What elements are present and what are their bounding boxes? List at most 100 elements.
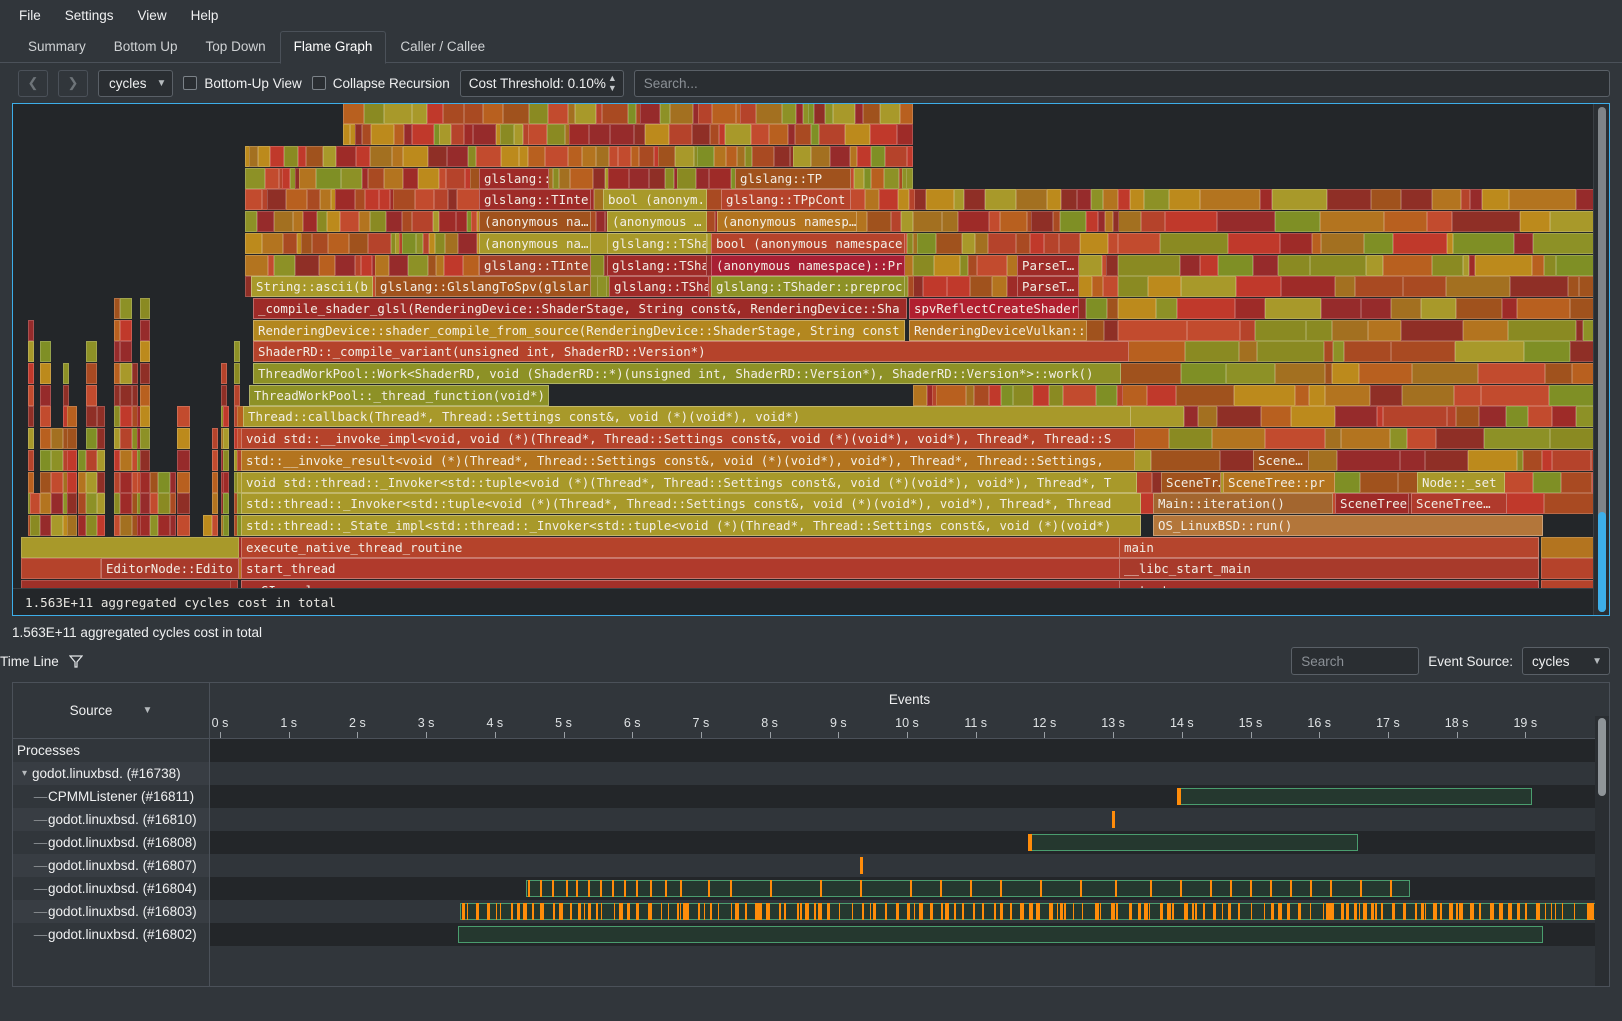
flame-frame-unlabeled[interactable] (86, 363, 97, 384)
flame-frame-unlabeled[interactable] (132, 363, 138, 384)
timeline-event-marker[interactable] (1060, 903, 1063, 920)
flame-frame-unlabeled[interactable] (323, 146, 336, 167)
flame-frame-unlabeled[interactable] (712, 104, 736, 124)
timeline-event-marker[interactable] (1392, 903, 1395, 920)
flame-frame-unlabeled[interactable] (1544, 493, 1593, 514)
flame-frame-unlabeled[interactable] (1523, 450, 1542, 471)
tab-summary[interactable]: Summary (14, 31, 100, 63)
flame-frame-unlabeled[interactable] (67, 472, 77, 493)
flame-frame-unlabeled[interactable] (596, 146, 609, 167)
flame-frame-unlabeled[interactable] (913, 276, 923, 297)
flame-frame-unlabeled[interactable] (282, 168, 290, 189)
flame-frame-unlabeled[interactable] (514, 124, 523, 145)
timeline-event-marker[interactable] (650, 880, 652, 897)
flame-frame-unlabeled[interactable] (40, 406, 51, 427)
flame-frame-unlabeled[interactable] (904, 255, 913, 276)
flame-frame-unlabeled[interactable] (40, 515, 51, 536)
flame-frame-unlabeled[interactable] (568, 146, 582, 167)
timeline-event-row[interactable] (210, 923, 1609, 946)
timeline-event-marker[interactable] (1459, 903, 1463, 920)
flame-frame-unlabeled[interactable] (257, 211, 274, 232)
flame-frame-unlabeled[interactable] (1391, 341, 1455, 362)
flame-frame-unlabeled[interactable] (306, 146, 323, 167)
flame-frame-unlabeled[interactable] (21, 580, 231, 588)
timeline-event-marker[interactable] (1000, 880, 1002, 897)
timeline-event-marker[interactable] (496, 903, 497, 920)
flame-frame-unlabeled[interactable] (67, 406, 77, 427)
timeline-event-marker[interactable] (735, 903, 739, 920)
flame-frame-unlabeled[interactable] (1096, 385, 1117, 406)
timeline-event-marker[interactable] (570, 903, 572, 920)
timeline-event-marker[interactable] (1100, 903, 1101, 920)
timeline-event-marker[interactable] (1470, 903, 1474, 920)
flame-frame[interactable]: std::__invoke_result<void (*)(Thread*, T… (241, 450, 1135, 471)
flame-frame[interactable]: glslang::TShader::preproc (711, 276, 905, 297)
flame-frame-unlabeled[interactable] (328, 233, 349, 254)
flame-frame-unlabeled[interactable] (51, 493, 63, 514)
flame-frame-unlabeled[interactable] (1481, 385, 1549, 406)
flame-frame-unlabeled[interactable] (559, 168, 570, 189)
search-input[interactable]: Search... (634, 70, 1610, 97)
timeline-event-marker[interactable] (636, 880, 638, 897)
timeline-event-marker[interactable] (994, 903, 996, 920)
flame-frame-unlabeled[interactable] (1432, 255, 1463, 276)
flame-frame[interactable]: start_thread (241, 558, 1121, 579)
timeline-event-marker[interactable] (1184, 903, 1188, 920)
flame-frame-unlabeled[interactable] (1118, 298, 1156, 319)
timeline-activity-bar[interactable] (526, 880, 1410, 897)
flame-frame-unlabeled[interactable] (40, 493, 51, 514)
flame-frame-unlabeled[interactable] (1306, 320, 1332, 341)
flame-frame-unlabeled[interactable] (500, 124, 514, 145)
timeline-event-marker[interactable] (588, 903, 591, 920)
flame-frame[interactable]: (anonymous … (607, 211, 707, 232)
timeline-event-marker[interactable] (1228, 903, 1231, 920)
timeline-row-label[interactable]: —godot.linuxbsd. (#16807) (13, 854, 209, 877)
flame-frame-unlabeled[interactable] (907, 233, 913, 254)
flame-frame-unlabeled[interactable] (140, 515, 150, 536)
timeline-event-marker[interactable] (1195, 903, 1197, 920)
timeline-event-marker[interactable] (1415, 903, 1417, 920)
flame-frame-unlabeled[interactable] (1181, 363, 1226, 384)
flame-frame-unlabeled[interactable] (1455, 341, 1524, 362)
flame-frame-unlabeled[interactable] (415, 189, 434, 210)
timeline-event-marker[interactable] (559, 903, 563, 920)
flame-frame-unlabeled[interactable] (1452, 211, 1520, 232)
flame-frame-unlabeled[interactable] (1341, 428, 1390, 449)
flame-frame-unlabeled[interactable] (67, 450, 77, 471)
flame-frame[interactable]: Thread::callback(Thread*, Thread::Settin… (243, 406, 1131, 427)
tab-top-down[interactable]: Top Down (192, 31, 280, 63)
flame-frame-unlabeled[interactable] (223, 406, 229, 427)
flame-frame-unlabeled[interactable] (1391, 298, 1421, 319)
flame-frame-unlabeled[interactable] (439, 168, 446, 189)
flame-graph-vertical-scrollbar[interactable] (1593, 104, 1609, 615)
flame-frame[interactable]: _compile_shader_glsl(RenderingDevice::Sh… (253, 298, 907, 319)
flame-frame-unlabeled[interactable] (439, 211, 456, 232)
flame-frame[interactable]: void std::thread::_Invoker<std::tuple<vo… (241, 472, 1137, 493)
flame-frame-unlabeled[interactable] (97, 515, 105, 536)
tab-bottom-up[interactable]: Bottom Up (100, 31, 192, 63)
tab-flame-graph[interactable]: Flame Graph (280, 31, 387, 64)
menu-item-settings[interactable]: Settings (54, 4, 125, 27)
flame-frame-unlabeled[interactable] (86, 515, 97, 536)
flame-frame-unlabeled[interactable] (1091, 189, 1103, 210)
timeline-event-marker[interactable] (770, 880, 772, 897)
flame-frame-unlabeled[interactable] (412, 104, 427, 124)
flame-frame-unlabeled[interactable] (602, 104, 628, 124)
flame-frame-unlabeled[interactable] (1541, 580, 1593, 588)
timeline-event-marker[interactable] (919, 903, 923, 920)
flame-frame-unlabeled[interactable] (1344, 341, 1391, 362)
flame-frame-unlabeled[interactable] (977, 255, 1007, 276)
timeline-event-marker[interactable] (627, 903, 630, 920)
chevron-left-icon[interactable]: ❮ (18, 70, 48, 97)
flame-frame-unlabeled[interactable] (78, 450, 86, 471)
flame-frame-unlabeled[interactable] (1061, 189, 1077, 210)
flame-frame-unlabeled[interactable] (1325, 363, 1332, 384)
flame-frame-unlabeled[interactable] (1412, 363, 1478, 384)
flame-frame-unlabeled[interactable] (871, 168, 884, 189)
flame-frame-unlabeled[interactable] (140, 320, 150, 341)
flame-frame-unlabeled[interactable] (120, 493, 132, 514)
flame-frame-unlabeled[interactable] (1550, 211, 1593, 232)
flame-frame-unlabeled[interactable] (150, 515, 158, 536)
timeline-event-marker[interactable] (907, 903, 910, 920)
flame-frame-unlabeled[interactable] (1552, 450, 1591, 471)
